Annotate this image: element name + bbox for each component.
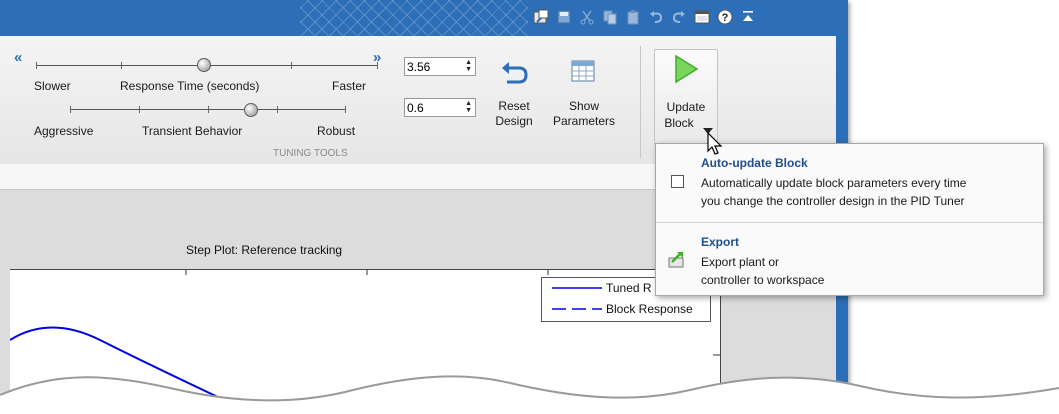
run-icon [672,54,700,89]
update-block-menu: Auto-update Block Automatically update b… [655,143,1044,296]
transient-input[interactable] [405,100,457,116]
response-time-slider-thumb[interactable] [197,58,211,72]
quick-access-toolbar: ? [532,8,757,26]
minimize-ribbon-icon[interactable] [739,8,757,26]
legend-tuned-label: Tuned R [606,281,652,295]
title-bar-pattern [300,0,528,36]
layout-icon[interactable] [693,8,711,26]
export-title: Export [701,235,740,249]
slider-tick [70,106,71,113]
reset-design-label-1: Reset [498,99,530,113]
redo-icon[interactable] [670,8,688,26]
transient-spinner[interactable]: ▲▼ [404,98,476,117]
cut-icon[interactable] [578,8,596,26]
paste-icon[interactable] [624,8,642,26]
slider-tick [36,62,37,69]
slider-tick [139,106,140,113]
response-time-right-label: Faster [332,79,367,93]
spinner-arrows-icon[interactable]: ▲ ▼ [465,59,472,73]
slider-tick [208,106,209,113]
save-icon[interactable] [555,8,573,26]
collapse-left-button[interactable]: « [14,49,22,66]
show-parameters-button[interactable]: Show Parameters [546,56,622,146]
auto-update-checkbox[interactable] [671,175,684,188]
tuning-tools-group-label: TUNING TOOLS [273,148,348,159]
reset-design-label-2: Design [495,114,533,128]
spinner-arrows-icon[interactable]: ▲ ▼ [465,100,472,114]
update-block-label-1: Update [666,100,706,114]
slider-tick [345,106,346,113]
table-icon [570,59,598,90]
slider-tick [121,62,122,69]
menu-item-export[interactable]: Export Export plant or controller to wor… [656,224,1043,294]
help-icon[interactable]: ? [716,8,734,26]
slider-tick [377,62,378,69]
legend-block-response-label: Block Response [606,302,693,316]
mouse-cursor-icon [706,131,724,161]
response-time-label: Response Time (seconds) [120,79,260,93]
export-icon [668,250,686,273]
undo-icon[interactable] [647,8,665,26]
plot-title: Step Plot: Reference tracking [186,243,343,257]
transient-right-label: Robust [317,124,356,138]
update-block-button[interactable]: Update Block [654,49,718,145]
svg-text:?: ? [722,12,729,24]
copy-icon[interactable] [601,8,619,26]
update-block-label-2: Block [664,116,694,130]
transient-label: Transient Behavior [142,124,243,138]
transient-left-label: Aggressive [34,124,94,138]
group-separator [640,46,641,158]
title-bar: ? [0,0,848,36]
tuned-response-line [10,326,251,414]
response-time-input[interactable] [405,59,457,75]
response-time-left-label: Slower [34,79,71,93]
response-time-spinner[interactable]: ▲▼ [404,57,476,76]
reset-icon [499,60,529,93]
menu-separator [656,222,1043,223]
slider-tick [291,62,292,69]
reset-design-button[interactable]: Reset Design [490,56,538,146]
auto-update-desc-1: Automatically update block parameters ev… [701,176,967,190]
export-desc-2: controller to workspace [701,273,825,287]
legend-swatches [552,287,602,310]
undock-icon[interactable] [532,8,550,26]
auto-update-desc-2: you change the controller design in the … [701,194,965,208]
transient-slider-thumb[interactable] [244,103,258,117]
export-desc-1: Export plant or [701,255,780,269]
show-parameters-label-1: Show [568,99,600,113]
slider-tick [277,106,278,113]
show-parameters-label-2: Parameters [552,114,616,128]
